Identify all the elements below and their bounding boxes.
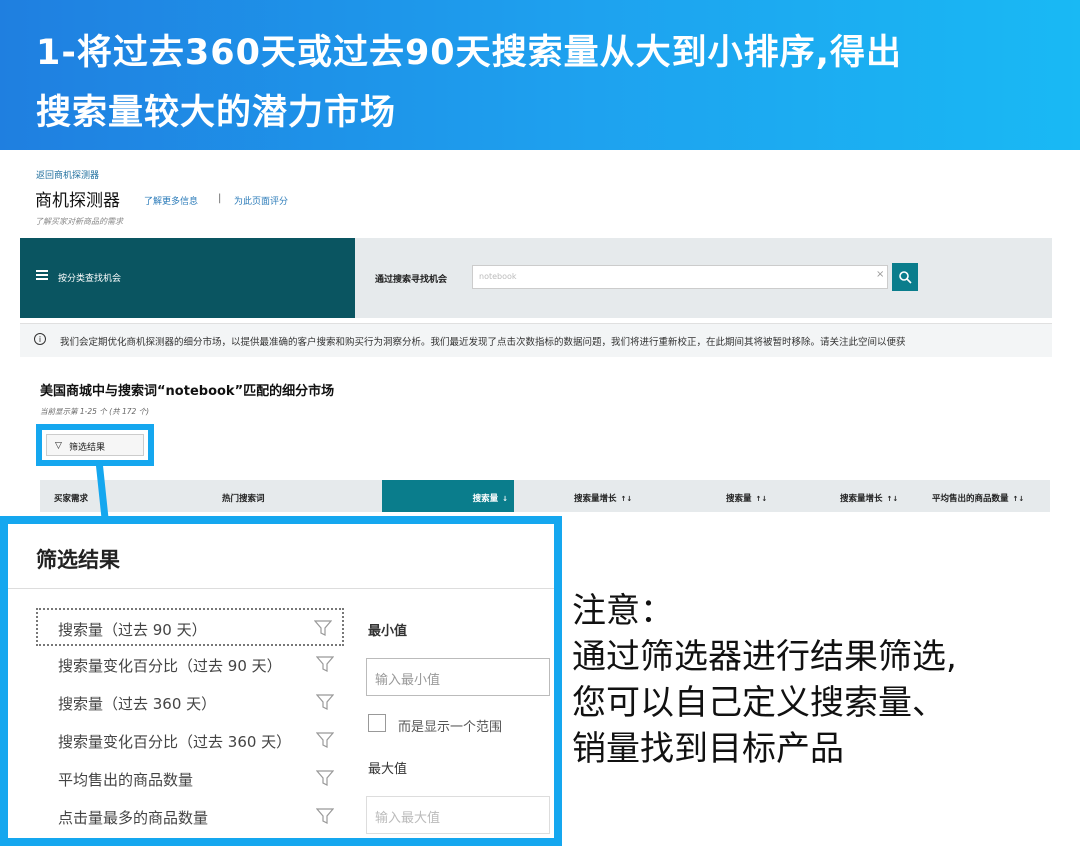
sort-desc-icon: ↓ [502, 495, 508, 503]
sort-icon: ↑↓ [755, 495, 768, 503]
page-subtitle: 了解买家对新商品的需求 [35, 217, 123, 226]
show-range-checkbox[interactable] [368, 714, 386, 732]
filter-item[interactable]: 搜索量变化百分比（过去 90 天） [36, 646, 344, 684]
table-header: 买家需求 热门搜索词 搜索量 ↓ 搜索量增长 ↑↓ 搜索量 ↑↓ 搜索量增长 ↑↓ 平均… [40, 480, 1050, 512]
max-value-input[interactable]: 输入最大值 [366, 796, 550, 834]
funnel-icon [314, 620, 332, 636]
note-line: 您可以自己定义搜索量、 [572, 683, 946, 723]
results-count: 当前显示第 1-25 个 (共 172 个) [40, 407, 150, 416]
search-input[interactable]: notebook [472, 265, 888, 289]
browse-category-label: 按分类查找机会 [58, 274, 122, 284]
column-header-buyer-need[interactable]: 买家需求 [54, 492, 88, 504]
column-header-top-search-term[interactable]: 热门搜索词 [222, 492, 265, 504]
sort-icon: ↑↓ [1012, 495, 1025, 503]
note-line: 通过筛选器进行结果筛选, [572, 637, 957, 677]
filter-panel-title: 筛选结果 [36, 548, 120, 572]
column-header-search-growth-360[interactable]: 搜索量增长 ↑↓ [840, 492, 898, 504]
funnel-icon [316, 770, 334, 786]
filter-item[interactable]: 点击量最多的商品数量 [36, 798, 344, 836]
column-header-avg-units-sold[interactable]: 平均售出的商品数量 ↑↓ [932, 492, 1024, 504]
column-header-search-volume-active[interactable]: 搜索量 ↓ [382, 480, 514, 512]
search-label: 通过搜索寻找机会 [375, 275, 448, 285]
hamburger-menu-icon [36, 270, 48, 280]
min-value-input[interactable]: 输入最小值 [366, 658, 550, 696]
clear-search-icon[interactable]: × [876, 269, 884, 280]
min-value-label: 最小值 [368, 624, 408, 639]
notice-text: 我们会定期优化商机探测器的细分市场，以提供最准确的客户搜索和购买行为洞察分析。我… [60, 337, 906, 348]
filter-button-highlight: ▽ 筛选结果 [36, 424, 154, 466]
learn-more-link[interactable]: 了解更多信息 [144, 194, 198, 207]
back-link[interactable]: 返回商机探测器 [36, 168, 99, 181]
filter-results-button[interactable]: ▽ 筛选结果 [46, 434, 144, 456]
banner-title-line-1: 1-将过去360天或过去90天搜索量从大到小排序,得出 [36, 33, 902, 73]
column-header-search-growth[interactable]: 搜索量增长 ↑↓ [574, 492, 632, 504]
link-separator: | [218, 193, 222, 204]
info-notice: i 我们会定期优化商机探测器的细分市场，以提供最准确的客户搜索和购买行为洞察分析… [20, 323, 1052, 357]
filter-item[interactable]: 搜索量（过去 90 天） [36, 608, 344, 646]
sort-icon: ↑↓ [886, 495, 899, 503]
search-icon [899, 271, 912, 284]
filter-button-label: 筛选结果 [69, 443, 106, 453]
note-line: 销量找到目标产品 [572, 729, 844, 769]
banner-title-line-2: 搜索量较大的潜力市场 [36, 93, 397, 133]
sort-icon: ↑↓ [620, 495, 633, 503]
filter-icon: ▽ [55, 441, 62, 451]
note-heading: 注意： [572, 591, 674, 631]
info-icon: i [34, 333, 46, 345]
search-button[interactable] [892, 263, 918, 291]
show-range-label: 而是显示一个范围 [398, 720, 503, 735]
filter-item[interactable]: 搜索量（过去 360 天） [36, 684, 344, 722]
filter-item[interactable]: 搜索量变化百分比（过去 360 天） [36, 722, 344, 760]
funnel-icon [316, 732, 334, 748]
funnel-icon [316, 694, 334, 710]
browse-by-category[interactable]: 按分类查找机会 [20, 238, 355, 318]
search-navbar: 按分类查找机会 通过搜索寻找机会 notebook × [20, 238, 1052, 318]
annotation-note: 注意： 通过筛选器进行结果筛选, 您可以自己定义搜索量、 销量找到目标产品 [572, 588, 957, 772]
filter-list: 搜索量（过去 90 天） 搜索量变化百分比（过去 90 天） 搜索量（过去 36… [36, 608, 344, 836]
filter-panel-zoom: 筛选结果 搜索量（过去 90 天） 搜索量变化百分比（过去 90 天） 搜索量（… [0, 516, 562, 846]
funnel-icon [316, 808, 334, 824]
rate-page-link[interactable]: 为此页面评分 [234, 194, 288, 207]
funnel-icon [316, 656, 334, 672]
header-banner: 1-将过去360天或过去90天搜索量从大到小排序,得出 搜索量较大的潜力市场 [0, 0, 1080, 150]
filter-item[interactable]: 平均售出的商品数量 [36, 760, 344, 798]
column-header-search-volume-360[interactable]: 搜索量 ↑↓ [726, 492, 767, 504]
max-value-label: 最大值 [368, 762, 408, 777]
page-title: 商机探测器 [35, 191, 120, 211]
divider [8, 588, 554, 589]
results-title: 美国商城中与搜索词“notebook”匹配的细分市场 [40, 384, 335, 399]
